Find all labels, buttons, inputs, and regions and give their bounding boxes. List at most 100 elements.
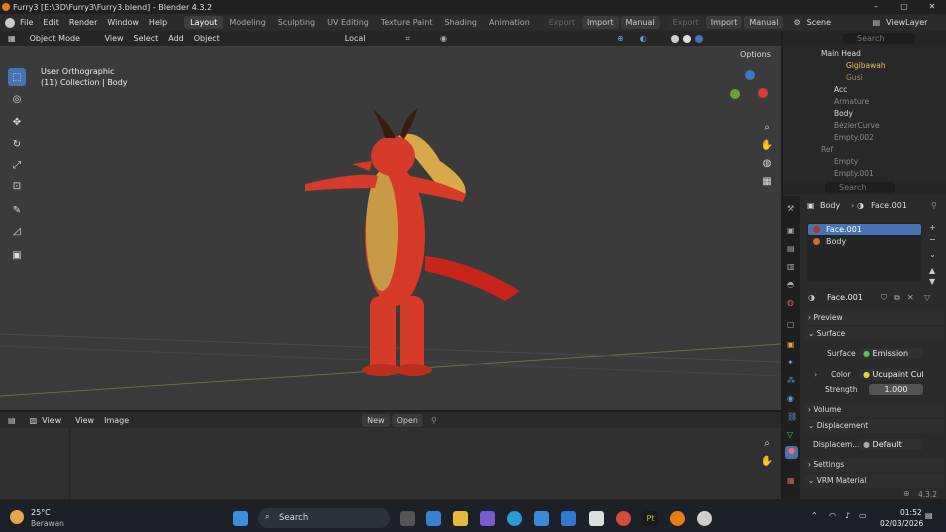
material-tab-icon[interactable]: ● <box>785 446 798 459</box>
outliner-row[interactable]: Gusi <box>783 71 946 83</box>
tab-animation[interactable]: Animation <box>483 16 536 29</box>
world-tab-icon[interactable]: ◍ <box>787 298 794 307</box>
displacement-field[interactable]: ● Default <box>859 439 923 450</box>
viewport-menu-add[interactable]: Add <box>163 34 189 43</box>
tab-modeling[interactable]: Modeling <box>223 16 271 29</box>
capcut-icon[interactable] <box>589 511 604 526</box>
viewport-menu-object[interactable]: Object <box>189 34 225 43</box>
menu-window[interactable]: Window <box>102 18 144 27</box>
zoom-icon[interactable]: ⌕ <box>758 118 776 136</box>
taskbar-search[interactable]: ⌕ Search <box>258 508 390 528</box>
store-icon[interactable] <box>426 511 441 526</box>
editor-type-icon[interactable]: ▦ <box>8 34 16 43</box>
outliner-row[interactable]: Ref <box>783 143 946 155</box>
strength-field[interactable]: 1.000 <box>869 384 923 395</box>
export-button-2[interactable]: Export <box>667 16 704 29</box>
tool-tab-icon[interactable]: ⚒ <box>787 204 794 213</box>
orientation-dropdown[interactable]: Local <box>345 34 366 43</box>
data-tab-icon[interactable]: ▽ <box>787 430 793 439</box>
windows-start-icon[interactable] <box>233 511 248 526</box>
transform-tool-icon[interactable]: ⊡ <box>8 177 26 195</box>
image-menu-view[interactable]: View <box>70 416 99 425</box>
scale-tool-icon[interactable]: ⤢ <box>8 156 26 174</box>
constraints-tab-icon[interactable]: ⛓ <box>787 412 797 421</box>
view-layer-tab-icon[interactable]: ▥ <box>787 262 795 271</box>
image-editor-type-icon[interactable]: ▤ <box>8 416 16 425</box>
viewlayer-name[interactable]: ViewLayer <box>886 18 927 27</box>
options-dropdown[interactable]: Options <box>740 50 771 59</box>
axis-x-icon[interactable] <box>758 88 768 98</box>
file-explorer-icon[interactable] <box>453 511 468 526</box>
menu-render[interactable]: Render <box>64 18 102 27</box>
texture-tab-icon[interactable]: ▦ <box>787 476 795 485</box>
image-menu-image[interactable]: Image <box>99 416 134 425</box>
weather-desc[interactable]: Berawan <box>31 519 64 528</box>
import-button-2[interactable]: Import <box>705 16 743 29</box>
pin-icon[interactable]: ⚲ <box>431 416 437 425</box>
slot-specials-icon[interactable]: ⌄ <box>929 250 936 259</box>
pin-properties-icon[interactable]: ⚲ <box>931 201 937 210</box>
measure-tool-icon[interactable]: ◿ <box>8 222 26 240</box>
section-vrm-material[interactable]: ⌄ VRM Material <box>804 474 944 488</box>
edge-icon[interactable] <box>507 511 522 526</box>
particles-tab-icon[interactable]: ⁂ <box>787 376 795 385</box>
unlink-material-icon[interactable]: ✕ <box>907 293 914 302</box>
add-slot-icon[interactable]: + <box>929 223 936 232</box>
outliner-row[interactable]: Empty <box>783 155 946 167</box>
section-surface[interactable]: ⌄ Surface <box>804 327 944 341</box>
browse-material-icon[interactable]: ◑ <box>808 293 815 302</box>
rotate-tool-icon[interactable]: ↻ <box>8 135 26 153</box>
export-button-1[interactable]: Export <box>543 16 580 29</box>
image-pan-icon[interactable]: ✋ <box>758 452 776 470</box>
move-slot-up-icon[interactable]: ▲ <box>929 266 935 275</box>
surface-shader-field[interactable]: ● Emission <box>859 348 923 359</box>
properties-search[interactable]: Search <box>825 182 895 193</box>
material-slot-item[interactable]: Face.001 <box>808 224 921 235</box>
tab-sculpting[interactable]: Sculpting <box>272 16 321 29</box>
import-button-1[interactable]: Import <box>581 16 619 29</box>
axis-z-icon[interactable] <box>745 70 755 80</box>
copilot-icon[interactable] <box>480 511 495 526</box>
minimize-icon[interactable]: – <box>862 0 890 14</box>
output-tab-icon[interactable]: ▤ <box>787 244 795 253</box>
outliner-row[interactable]: Empty.001 <box>783 167 946 179</box>
wifi-icon[interactable]: ◠ <box>829 511 836 520</box>
manual-button-2[interactable]: Manual <box>744 16 784 29</box>
blender-taskbar-icon[interactable] <box>670 511 685 526</box>
outliner-row[interactable]: Main Head <box>783 47 946 59</box>
image-view-dropdown[interactable]: View <box>37 416 66 425</box>
new-image-button[interactable]: New <box>362 413 390 427</box>
clock-time[interactable]: 01:52 <box>900 508 922 517</box>
pt-app-icon[interactable]: Pt <box>643 511 658 526</box>
outliner-row[interactable]: Acc <box>783 83 946 95</box>
outliner-search[interactable]: Search <box>843 33 915 44</box>
tab-shading[interactable]: Shading <box>438 16 483 29</box>
task-view-icon[interactable] <box>400 511 415 526</box>
perspective-grid-icon[interactable]: ▦ <box>758 172 776 190</box>
vrchat-icon[interactable] <box>697 511 712 526</box>
modifier-tab-icon[interactable]: ✦ <box>787 358 794 367</box>
move-slot-down-icon[interactable]: ▼ <box>929 277 935 286</box>
viewlayer-icon[interactable]: ▤ <box>873 18 881 27</box>
axis-y-icon[interactable] <box>730 89 740 99</box>
remove-slot-icon[interactable]: − <box>929 235 936 244</box>
section-settings[interactable]: › Settings <box>804 458 944 472</box>
chrome-icon[interactable] <box>616 511 631 526</box>
outliner-row[interactable]: Empty.002 <box>783 131 946 143</box>
object-tab-icon[interactable]: ▣ <box>787 340 795 349</box>
material-slot-item[interactable]: Body <box>808 236 921 247</box>
volume-icon[interactable]: ♪ <box>845 511 850 520</box>
battery-icon[interactable]: ▭ <box>859 511 867 520</box>
tab-uv-editing[interactable]: UV Editing <box>321 16 375 29</box>
collection-tab-icon[interactable]: ▢ <box>787 320 795 329</box>
shading-rendered-icon[interactable] <box>694 34 703 43</box>
move-tool-icon[interactable]: ✥ <box>8 113 26 131</box>
color-input-field[interactable]: ● Ucupaint Cub... <box>859 369 923 380</box>
camera-icon[interactable]: ◍ <box>758 154 776 172</box>
material-name-field[interactable]: Face.001 <box>827 293 863 302</box>
annotate-tool-icon[interactable]: ✎ <box>8 201 26 219</box>
notification-icon[interactable]: ▤ <box>925 511 933 520</box>
physics-tab-icon[interactable]: ◉ <box>787 394 794 403</box>
outliner-row[interactable]: BézierCurve <box>783 119 946 131</box>
scene-icon[interactable]: ⚙ <box>793 18 800 27</box>
